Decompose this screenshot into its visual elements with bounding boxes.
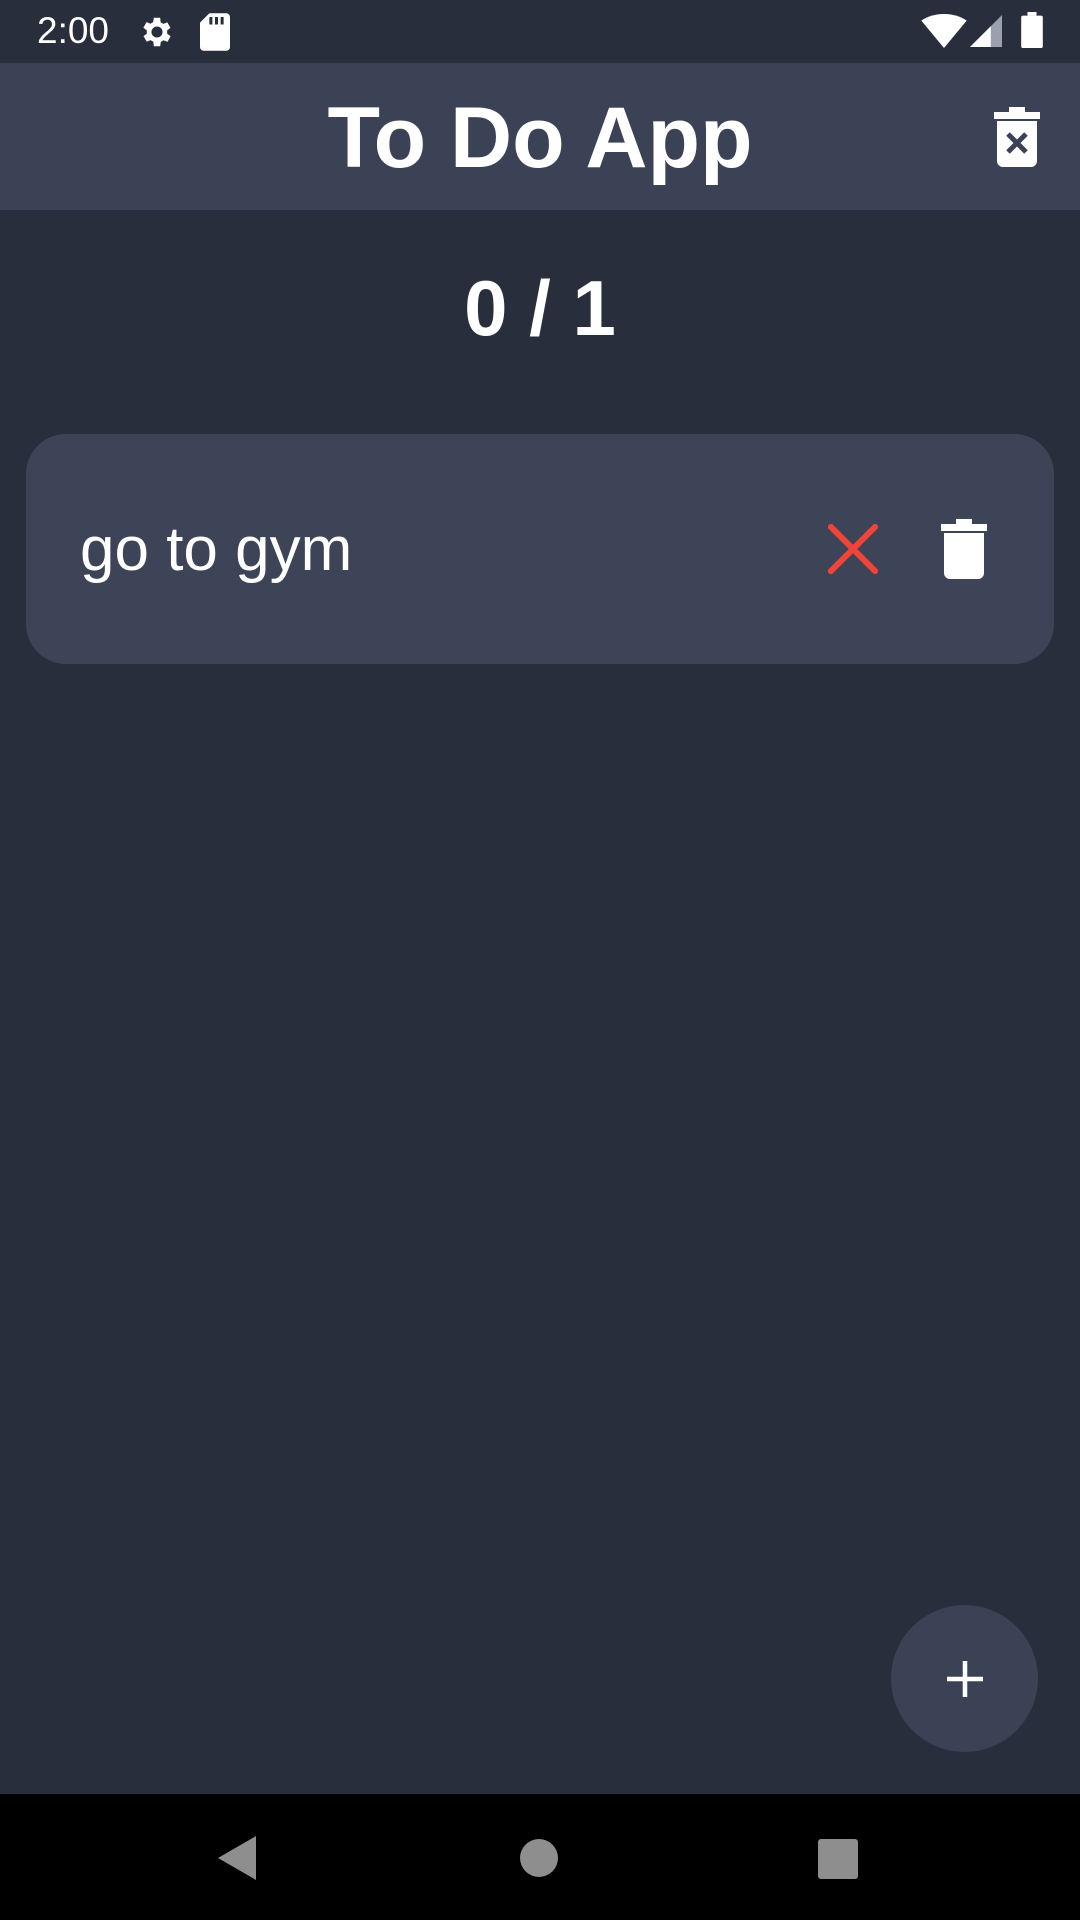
list-item: go to gym	[26, 434, 1054, 664]
task-toggle-button[interactable]	[808, 510, 898, 588]
trash-x-icon	[994, 107, 1040, 167]
close-icon	[828, 524, 878, 574]
battery-icon	[1021, 12, 1043, 48]
plus-icon	[946, 1660, 983, 1697]
task-text: go to gym	[80, 515, 353, 584]
gear-icon	[143, 17, 171, 47]
status-bar: 2:00	[0, 0, 1080, 63]
page-title: To Do App	[327, 90, 753, 186]
recents-icon[interactable]	[818, 1839, 858, 1879]
status-time: 2:00	[37, 10, 110, 51]
add-task-button[interactable]	[891, 1605, 1038, 1752]
wifi-icon	[921, 14, 967, 48]
task-counter: 0 / 1	[464, 264, 616, 352]
screen: 2:00 To Do App 0 / 1 go to gym	[0, 0, 1080, 1920]
trash-icon	[941, 519, 987, 579]
back-icon[interactable]	[216, 1834, 260, 1882]
clear-all-button[interactable]	[982, 99, 1052, 175]
sd-card-icon	[200, 13, 230, 51]
system-nav-bar	[0, 1794, 1080, 1920]
home-icon[interactable]	[520, 1839, 558, 1877]
app-bar: To Do App	[0, 63, 1080, 210]
task-delete-button[interactable]	[912, 508, 1016, 590]
cell-signal-icon	[970, 15, 1002, 47]
